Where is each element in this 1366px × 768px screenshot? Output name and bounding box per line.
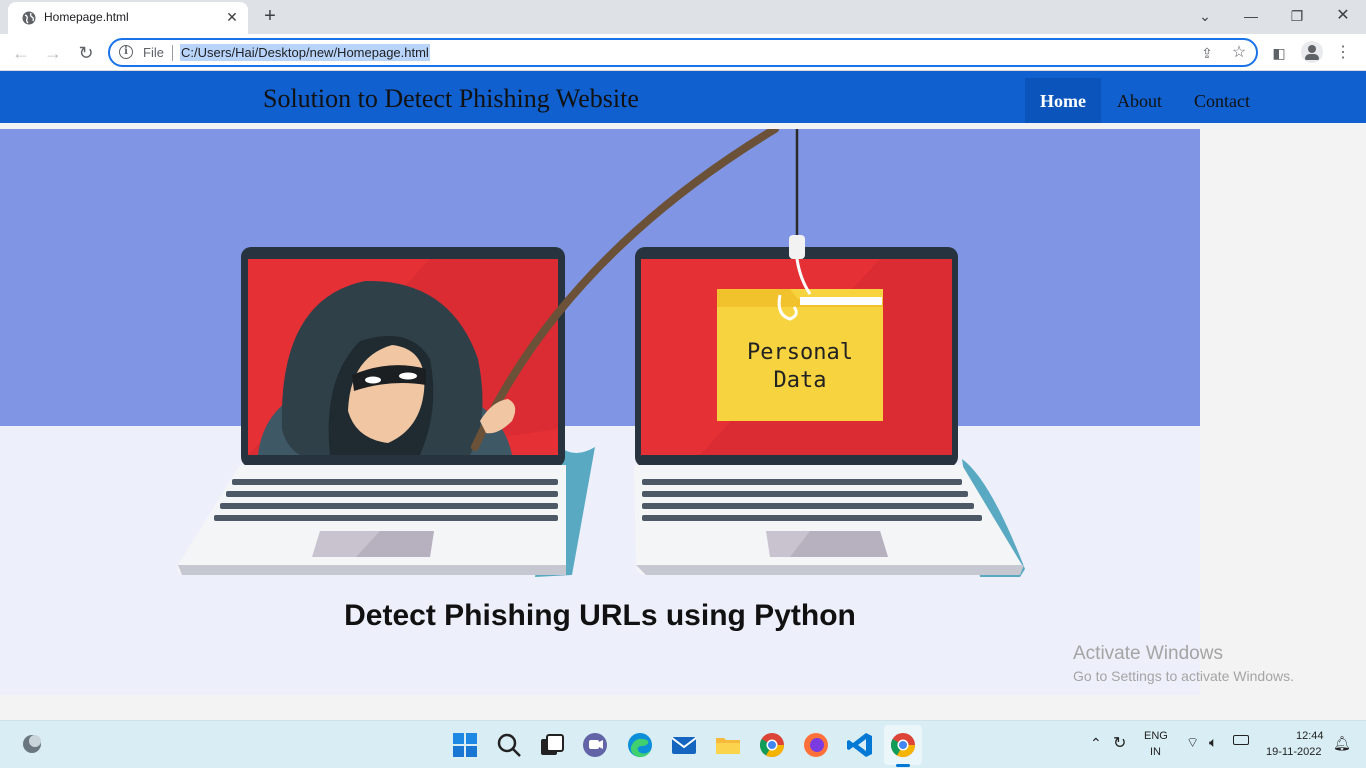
- close-tab-icon[interactable]: ✕: [224, 9, 240, 25]
- notification-bell-icon[interactable]: 🔔︎: [1333, 735, 1351, 752]
- wifi-icon[interactable]: ⌔: [1186, 734, 1199, 752]
- nav-contact-link[interactable]: Contact: [1180, 78, 1264, 123]
- vscode-icon[interactable]: [845, 730, 875, 760]
- file-explorer-icon[interactable]: [713, 730, 743, 760]
- folder-label-line2: Data: [774, 368, 827, 393]
- activate-windows-watermark: Activate Windows Go to Settings to activ…: [1073, 643, 1294, 684]
- firefox-icon[interactable]: [801, 730, 831, 760]
- browser-tab[interactable]: Homepage.html ✕: [8, 2, 248, 34]
- bookmark-star-icon[interactable]: ☆: [1230, 44, 1248, 62]
- nav-home-link[interactable]: Home: [1025, 78, 1101, 123]
- tab-search-icon[interactable]: ⌄: [1190, 4, 1220, 28]
- new-tab-button[interactable]: +: [258, 4, 282, 28]
- back-arrow-icon[interactable]: ←: [8, 40, 34, 66]
- hero-banner: Personal Data Detect Phishing URLs using…: [0, 129, 1200, 695]
- language-code[interactable]: ENG: [1144, 730, 1168, 742]
- speaker-icon[interactable]: 🔈︎: [1209, 734, 1217, 751]
- hero-caption: Detect Phishing URLs using Python: [344, 599, 856, 632]
- forward-arrow-icon[interactable]: →: [40, 40, 66, 66]
- globe-icon: [22, 11, 36, 25]
- activate-windows-subtitle: Go to Settings to activate Windows.: [1073, 668, 1294, 684]
- hook-clip: [789, 235, 805, 259]
- region-code[interactable]: IN: [1150, 746, 1161, 758]
- chrome-active-icon[interactable]: [888, 730, 918, 760]
- chrome-icon[interactable]: [757, 730, 787, 760]
- tab-strip: Homepage.html ✕ + ⌄ — ❐ ✕: [0, 0, 1366, 34]
- minimize-button[interactable]: —: [1236, 4, 1266, 28]
- edge-browser-icon[interactable]: [625, 730, 655, 760]
- maximize-button[interactable]: ❐: [1282, 4, 1312, 28]
- url-separator: [172, 45, 173, 61]
- menu-kebab-icon[interactable]: ⋮: [1332, 42, 1354, 64]
- url-text[interactable]: C:/Users/Hai/Desktop/new/Homepage.html: [180, 44, 430, 61]
- phishing-illustration: Personal Data: [177, 129, 1025, 577]
- address-bar[interactable]: i File C:/Users/Hai/Desktop/new/Homepage…: [108, 38, 1258, 67]
- site-title: Solution to Detect Phishing Website: [263, 84, 639, 113]
- reload-icon[interactable]: ↻: [73, 40, 99, 66]
- clock-time[interactable]: 12:44: [1296, 730, 1324, 742]
- active-app-indicator: [896, 764, 910, 767]
- mail-icon[interactable]: [669, 730, 699, 760]
- url-scheme-label: File: [143, 45, 164, 60]
- windows-start-icon[interactable]: [450, 730, 480, 760]
- battery-icon[interactable]: [1233, 735, 1249, 745]
- activate-windows-title: Activate Windows: [1073, 643, 1223, 664]
- task-view-icon[interactable]: [537, 730, 567, 760]
- clock-date[interactable]: 19-11-2022: [1266, 746, 1321, 758]
- site-info-icon[interactable]: i: [119, 45, 133, 59]
- sync-update-icon[interactable]: ↻: [1113, 733, 1126, 753]
- tab-title: Homepage.html: [44, 10, 129, 24]
- show-hidden-icons-chevron-icon[interactable]: ⌃: [1090, 735, 1102, 752]
- close-window-button[interactable]: ✕: [1328, 4, 1358, 28]
- nav-about-link[interactable]: About: [1103, 78, 1176, 123]
- browser-toolbar: ← → ↻ i File C:/Users/Hai/Desktop/new/Ho…: [0, 34, 1366, 71]
- side-panel-icon[interactable]: ◧: [1268, 42, 1290, 64]
- weather-widget-icon[interactable]: [18, 729, 48, 759]
- search-icon[interactable]: [494, 730, 524, 760]
- folder-label-line1: Personal: [747, 340, 853, 365]
- site-navbar: Solution to Detect Phishing Website Home…: [0, 71, 1366, 123]
- page-viewport: Solution to Detect Phishing Website Home…: [0, 71, 1366, 720]
- profile-avatar-icon[interactable]: [1301, 41, 1323, 63]
- share-icon[interactable]: ⇪: [1198, 44, 1216, 62]
- teams-chat-icon[interactable]: [580, 730, 610, 760]
- windows-taskbar: ⌃ ↻ ENG IN ⌔ 🔈︎ 12:44 19-11-2022 🔔︎: [0, 720, 1366, 768]
